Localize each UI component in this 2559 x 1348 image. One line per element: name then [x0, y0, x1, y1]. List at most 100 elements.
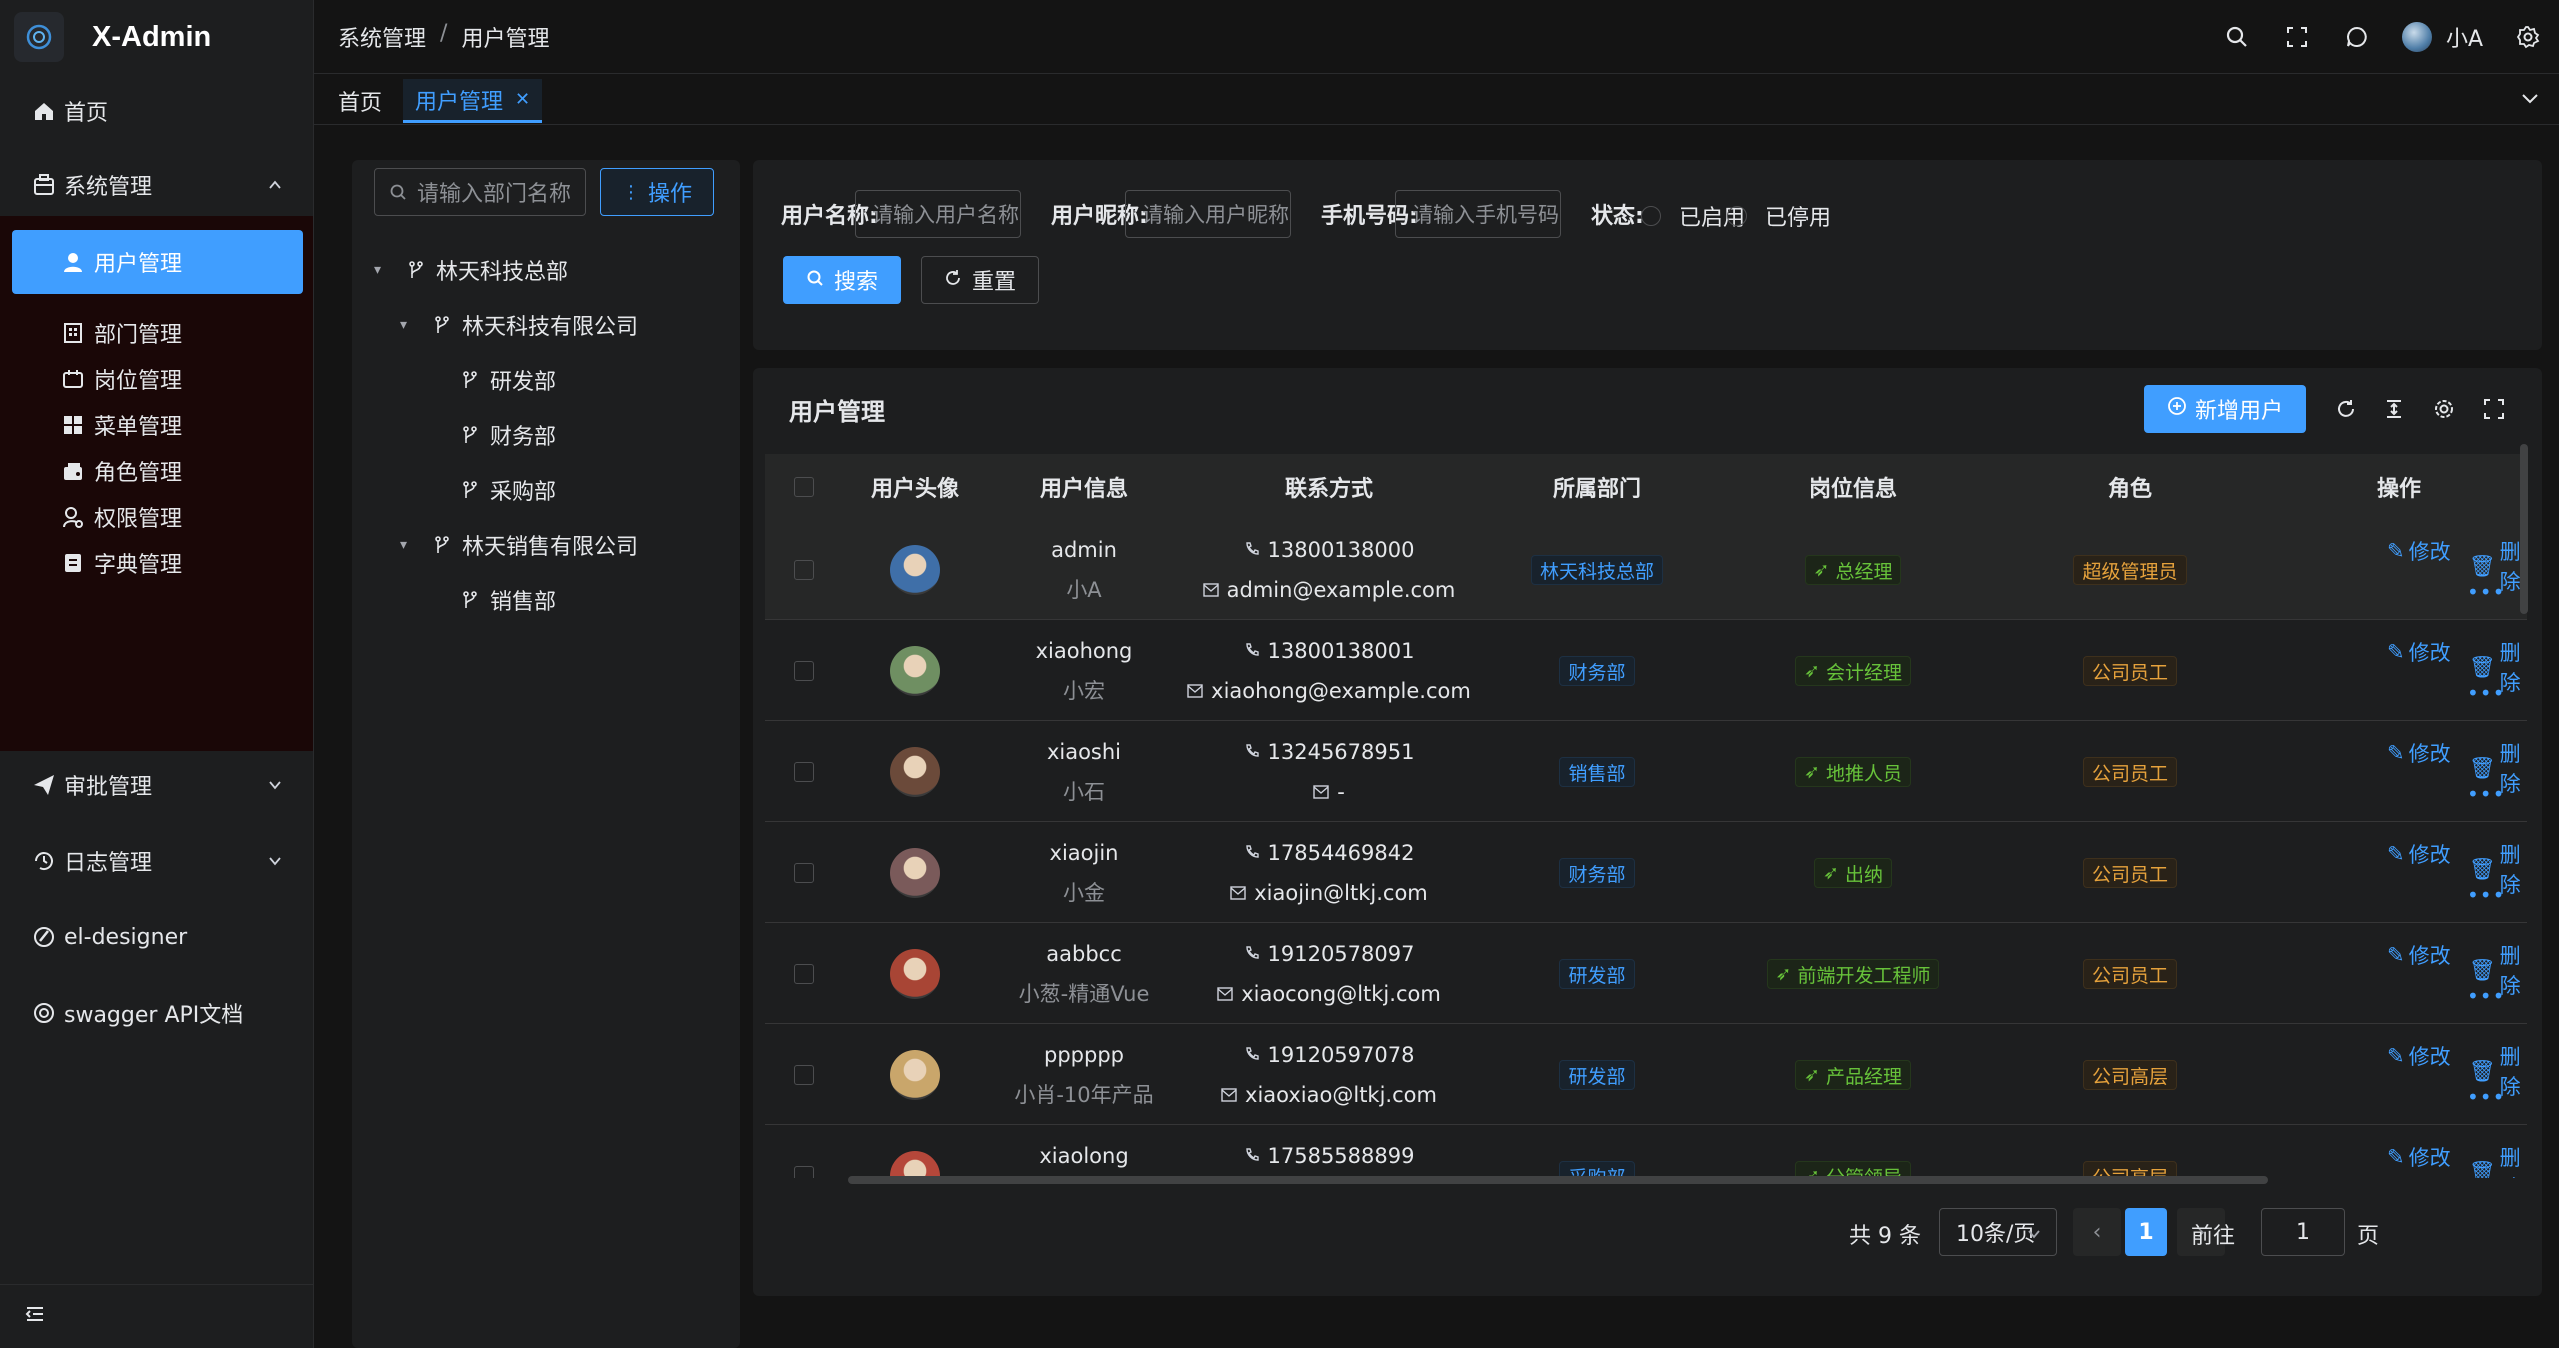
column-settings-icon[interactable]	[2429, 394, 2459, 424]
fullscreen-icon[interactable]	[2479, 394, 2509, 424]
phone-input[interactable]: 请输入手机号码	[1395, 190, 1561, 238]
status-radio-disabled[interactable]: 已停用	[1727, 200, 1831, 232]
add-user-button[interactable]: 新增用户	[2144, 385, 2306, 433]
more-button[interactable]: •••	[2467, 681, 2505, 705]
dept-operation-button[interactable]: ⋮ 操作	[600, 168, 714, 216]
row-checkbox[interactable]	[794, 1065, 814, 1085]
tree-node[interactable]: ▾ 林天科技有限公司	[400, 305, 638, 345]
nickname: 小A	[1066, 578, 1102, 602]
sidebar-item-system[interactable]: 系统管理	[0, 152, 313, 218]
tree-node[interactable]: ▾ 林天科技总部	[374, 250, 568, 290]
row-checkbox[interactable]	[794, 863, 814, 883]
more-button[interactable]: •••	[2467, 984, 2505, 1008]
page-size-select[interactable]: 10条/页	[1939, 1208, 2057, 1256]
username-input[interactable]: 请输入用户名称	[855, 190, 1021, 238]
caret-down-icon[interactable]: ▾	[400, 317, 416, 333]
settings-icon[interactable]	[2513, 22, 2543, 52]
nickname-input[interactable]: 请输入用户昵称	[1125, 190, 1291, 238]
post-cell: ➶ 会计经理	[1717, 621, 1989, 721]
density-icon[interactable]	[2379, 394, 2409, 424]
post-tag: ➶ 会计经理	[1795, 656, 1911, 686]
row-checkbox[interactable]	[794, 1166, 814, 1178]
sidebar-item-approval[interactable]: 审批管理	[0, 752, 313, 818]
close-icon[interactable]: ✕	[515, 89, 530, 110]
row-checkbox[interactable]	[794, 964, 814, 984]
horizontal-scrollbar[interactable]	[848, 1176, 2268, 1184]
edit-icon: ✎	[2387, 1145, 2405, 1169]
phone: 13800138000	[1267, 538, 1415, 562]
prev-page-button[interactable]: ‹	[2073, 1208, 2121, 1256]
caret-down-icon[interactable]: ▾	[400, 537, 416, 553]
sidebar-item-label: 岗位管理	[94, 369, 183, 394]
tree-node[interactable]: 财务部	[428, 415, 556, 455]
role-tag: 公司员工	[2082, 656, 2177, 686]
tree-node[interactable]: 销售部	[428, 580, 556, 620]
header: 系统管理 / 用户管理 小A	[314, 0, 2559, 74]
message-icon[interactable]	[2342, 22, 2372, 52]
phone-icon	[1244, 1035, 1260, 1075]
delete-button[interactable]: 🗑删除	[2469, 1142, 2527, 1178]
user-menu[interactable]: 小A	[2401, 21, 2483, 53]
edit-label: 修改	[2408, 1146, 2451, 1170]
row-checkbox[interactable]	[794, 560, 814, 580]
goto-page-input[interactable]: 1	[2261, 1208, 2345, 1256]
fullscreen-icon[interactable]	[2282, 22, 2312, 52]
sidebar-item-swagger[interactable]: swagger API文档	[0, 980, 313, 1046]
sidebar-collapse-button[interactable]	[0, 1284, 313, 1348]
post-name: 前端开发工程师	[1797, 964, 1931, 987]
dept-tag: 财务部	[1559, 858, 1635, 888]
sidebar-item-dict[interactable]: 字典管理	[0, 530, 313, 596]
sidebar-item-designer[interactable]: el-designer	[0, 904, 313, 970]
edit-button[interactable]: ✎ 修改	[2387, 839, 2451, 869]
select-all-checkbox[interactable]	[765, 454, 843, 520]
more-button[interactable]: •••	[2467, 1085, 2505, 1109]
row-checkbox[interactable]	[794, 661, 814, 681]
tab-bar: 首页 用户管理 ✕	[314, 75, 2559, 125]
sidebar-item-home[interactable]: 首页	[0, 78, 313, 144]
search-icon[interactable]	[2222, 22, 2252, 52]
vertical-scrollbar[interactable]	[2520, 444, 2528, 614]
tab-home[interactable]: 首页	[338, 79, 382, 123]
edit-button[interactable]: ✎ 修改	[2387, 1142, 2451, 1172]
table-row: xiaolong小龙17585588899-采购部➶分管领导公司高层 ✎修改 🗑…	[765, 1126, 2527, 1178]
search-icon	[806, 268, 824, 293]
trash-icon: 🗑	[2469, 755, 2496, 780]
edit-button[interactable]: ✎ 修改	[2387, 1041, 2451, 1071]
page-size-value: 10条/页	[1956, 1222, 2036, 1247]
sidebar-item-label: 审批管理	[64, 775, 153, 800]
tree-node[interactable]: 采购部	[428, 470, 556, 510]
sidebar-item-users[interactable]: 用户管理	[12, 230, 303, 294]
chevron-down-icon[interactable]	[2519, 87, 2541, 115]
tree-node[interactable]: 研发部	[428, 360, 556, 400]
operations-cell: ✎修改 🗑删除 •••	[2387, 823, 2527, 923]
sidebar-item-log[interactable]: 日志管理	[0, 828, 313, 894]
tree-node[interactable]: ▾ 林天销售有限公司	[400, 525, 638, 565]
contact-cell: 13800138000 admin@example.com	[1181, 520, 1477, 620]
edit-button[interactable]: ✎ 修改	[2387, 940, 2451, 970]
chevron-up-icon	[267, 174, 283, 199]
sidebar-item-label: swagger API文档	[64, 1003, 244, 1028]
reset-button-label: 重置	[971, 270, 1016, 295]
more-button[interactable]: •••	[2467, 782, 2505, 806]
more-button[interactable]: •••	[2467, 883, 2505, 907]
logo[interactable]: X-Admin	[0, 0, 313, 74]
breadcrumb-item[interactable]: 系统管理	[338, 21, 426, 53]
dept-search-input[interactable]: 请输入部门名称	[374, 168, 586, 216]
sidebar-item-label: 用户管理	[94, 252, 183, 277]
add-user-label: 新增用户	[2194, 399, 2283, 424]
refresh-icon[interactable]	[2331, 394, 2361, 424]
operations-cell: ✎修改 🗑删除 •••	[2387, 1025, 2527, 1125]
role-cell: 公司高层	[1989, 1025, 2271, 1125]
tab-users[interactable]: 用户管理 ✕	[403, 79, 543, 123]
row-checkbox[interactable]	[794, 762, 814, 782]
edit-button[interactable]: ✎ 修改	[2387, 536, 2451, 566]
caret-down-icon[interactable]: ▾	[374, 262, 390, 278]
phone-placeholder: 请输入手机号码	[1412, 203, 1559, 227]
edit-button[interactable]: ✎ 修改	[2387, 738, 2451, 768]
search-button[interactable]: 搜索	[783, 256, 901, 304]
edit-button[interactable]: ✎ 修改	[2387, 637, 2451, 667]
page-number-current[interactable]: 1	[2125, 1208, 2167, 1256]
trash-icon: 🗑	[2469, 553, 2496, 578]
reset-button[interactable]: 重置	[921, 256, 1039, 304]
more-button[interactable]: •••	[2467, 580, 2505, 604]
